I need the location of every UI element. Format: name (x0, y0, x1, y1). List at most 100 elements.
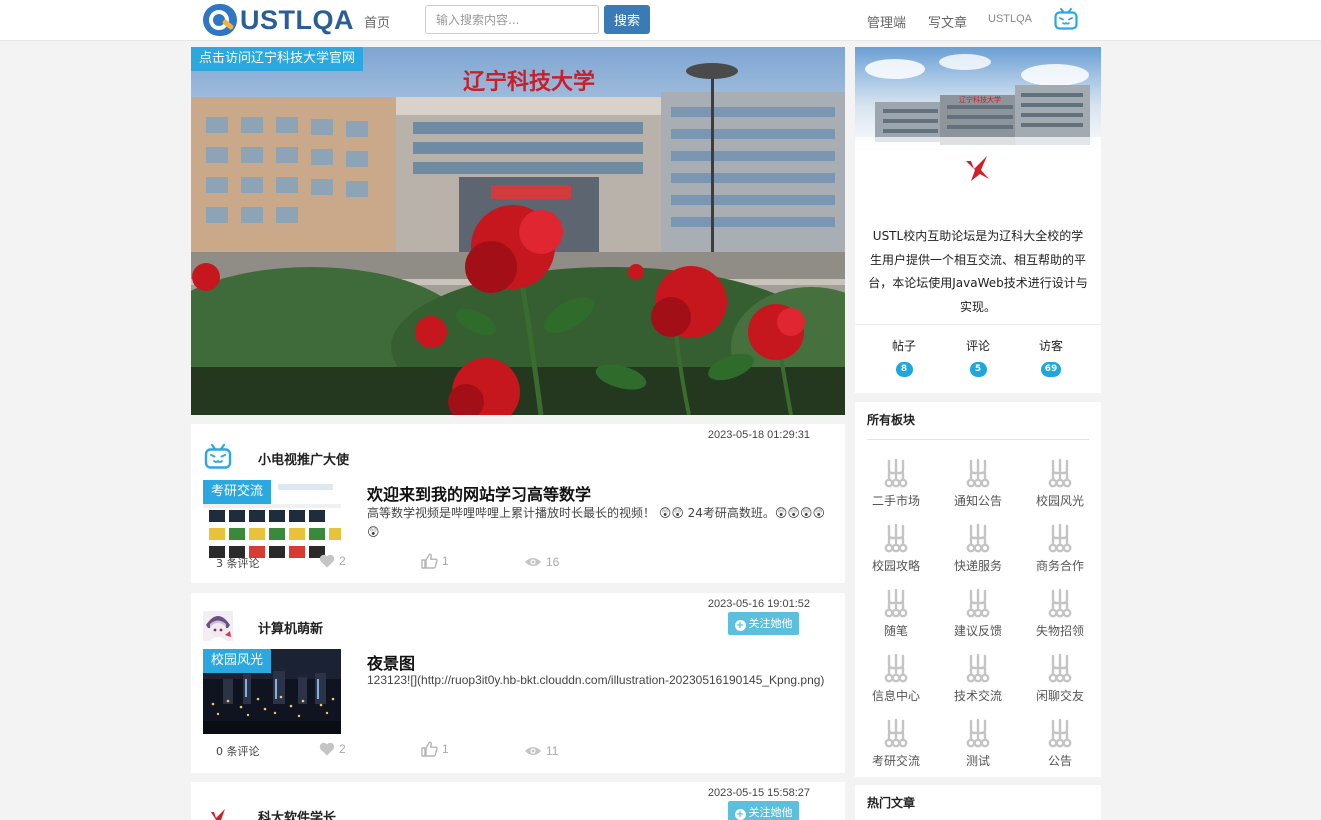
board-item[interactable]: 二手市场 (864, 457, 928, 509)
board-item[interactable]: 技术交流 (946, 652, 1010, 704)
board-label: 测试 (965, 754, 990, 768)
board-label: 闲聊交友 (1035, 689, 1084, 703)
logo-q-icon (203, 4, 237, 36)
board-item[interactable]: 信息中心 (864, 652, 928, 704)
author-name[interactable]: 科大软件学长 (258, 807, 336, 820)
post-card[interactable]: 2023-05-16 19:01:52 计算机萌新 + 关注她他 校园风光 夜景… (191, 593, 845, 773)
campus-building-image: 辽宁科技大学 (855, 54, 1101, 155)
board-item[interactable]: 随笔 (864, 587, 928, 639)
stat-visitors: 访客 69 (1026, 337, 1076, 377)
author-name[interactable]: 小电视推广大使 (258, 449, 349, 468)
board-item[interactable]: 通知公告 (946, 457, 1010, 509)
author-name[interactable]: 计算机萌新 (258, 618, 323, 637)
board-branch-icon (1048, 653, 1072, 683)
board-item[interactable]: 校园攻略 (864, 522, 928, 574)
stat-badge: 69 (1040, 362, 1062, 377)
view-count: 11 (546, 744, 559, 758)
search-button[interactable]: 搜索 (604, 5, 650, 34)
board-label: 校园攻略 (871, 559, 920, 573)
post-time: 2023-05-15 15:58:27 (707, 787, 810, 799)
board-label: 校园风光 (1035, 494, 1084, 508)
board-item[interactable]: 校园风光 (1028, 457, 1092, 509)
eye-icon (525, 747, 541, 755)
boards-title: 所有板块 (867, 413, 916, 427)
board-item[interactable]: 商务合作 (1028, 522, 1092, 574)
board-branch-icon (966, 458, 990, 488)
post-card[interactable]: 2023-05-18 01:29:31 小电视推广大使 考研交流 欢迎来到我的网… (191, 424, 845, 583)
top-navbar: USTLQA 首页 搜索 管理端 写文章 USTLQA (0, 0, 1321, 41)
board-branch-icon (966, 653, 990, 683)
view-stat: 11 (524, 744, 558, 758)
board-branch-icon (1048, 588, 1072, 618)
board-label: 快递服务 (953, 559, 1002, 573)
board-item[interactable]: 考研交流 (864, 717, 928, 769)
board-branch-icon (966, 718, 990, 748)
comment-count[interactable]: 0 条评论 (216, 743, 260, 759)
board-label: 通知公告 (953, 494, 1002, 508)
board-label: 二手市场 (871, 494, 920, 508)
site-logo[interactable]: USTLQA (203, 3, 354, 37)
board-branch-icon (884, 718, 908, 748)
nav-home-link[interactable]: 首页 (364, 12, 390, 31)
post-thumbnail[interactable]: 校园风光 (203, 649, 341, 734)
eye-icon (525, 558, 541, 566)
user-avatar-tv-icon[interactable] (1054, 8, 1078, 30)
board-branch-icon (884, 523, 908, 553)
follow-button[interactable]: + 关注她他 (728, 612, 799, 635)
board-item[interactable]: 测试 (946, 717, 1010, 769)
campus-header-photo: 辽宁科技大学 (855, 47, 1101, 155)
follow-button[interactable]: + 关注她他 (728, 801, 799, 820)
board-item[interactable]: 失物招领 (1028, 587, 1092, 639)
thumbs-up-count: 1 (442, 554, 449, 568)
hot-articles-panel: 热门文章 (855, 785, 1101, 820)
plus-circle-icon: + (734, 620, 746, 631)
author-avatar-girl-icon[interactable] (203, 611, 233, 641)
board-branch-icon (966, 588, 990, 618)
like-stat[interactable]: 2 (319, 554, 346, 568)
view-count: 16 (546, 555, 560, 569)
nav-admin-link[interactable]: 管理端 (867, 12, 906, 31)
board-label: 失物招领 (1035, 624, 1084, 638)
board-label: 建议反馈 (953, 624, 1002, 638)
boards-panel: 所有板块 二手市场 通知公告 校园风光校园攻略 快递服务 商务合作随笔 建议反馈 失物招领信… (855, 402, 1101, 777)
author-avatar-tv-icon[interactable] (203, 442, 233, 472)
board-branch-icon (884, 653, 908, 683)
post-category-tag[interactable]: 考研交流 (203, 480, 272, 504)
board-item[interactable]: 公告 (1028, 717, 1092, 769)
board-branch-icon (1048, 458, 1072, 488)
nav-write-link[interactable]: 写文章 (928, 12, 967, 31)
banner-carousel[interactable]: 辽宁科技大学 点击访问辽宁科技大学官网 (191, 47, 845, 415)
like-count: 2 (339, 554, 346, 568)
board-item[interactable]: 快递服务 (946, 522, 1010, 574)
board-branch-icon (1048, 718, 1072, 748)
like-stat[interactable]: 2 (319, 742, 346, 756)
stat-label: 访客 (1038, 339, 1063, 353)
board-branch-icon (1048, 523, 1072, 553)
post-time: 2023-05-16 19:01:52 (707, 598, 810, 610)
heart-icon (319, 554, 335, 568)
thumbs-up-stat[interactable]: 1 (421, 741, 449, 757)
post-category-tag[interactable]: 校园风光 (203, 649, 272, 673)
nav-user-link[interactable]: USTLQA (988, 13, 1032, 25)
banner-link-label[interactable]: 点击访问辽宁科技大学官网 (191, 47, 364, 71)
board-item[interactable]: 闲聊交友 (1028, 652, 1092, 704)
stat-posts: 帖子 8 (879, 337, 929, 377)
board-item[interactable]: 建议反馈 (946, 587, 1010, 639)
board-label: 随笔 (883, 624, 908, 638)
board-branch-icon (884, 458, 908, 488)
post-card[interactable]: 2023-05-15 15:58:27 科大软件学长 + 关注她他 (191, 782, 845, 820)
post-time: 2023-05-18 01:29:31 (707, 429, 810, 441)
ustl-logo-icon (966, 156, 989, 181)
comment-count[interactable]: 3 条评论 (216, 555, 260, 571)
post-title[interactable]: 欢迎来到我的网站学习高等数学 (367, 481, 591, 505)
board-branch-icon (884, 588, 908, 618)
post-thumbnail[interactable]: 考研交流 (203, 480, 341, 565)
search-input[interactable] (425, 5, 599, 34)
author-avatar-ustl-logo-icon[interactable] (203, 804, 233, 820)
board-label: 考研交流 (871, 754, 920, 768)
board-branch-icon (966, 523, 990, 553)
board-label: 技术交流 (953, 689, 1002, 703)
stat-label: 评论 (965, 339, 990, 353)
divider (867, 439, 1089, 440)
thumbs-up-stat[interactable]: 1 (421, 553, 449, 569)
